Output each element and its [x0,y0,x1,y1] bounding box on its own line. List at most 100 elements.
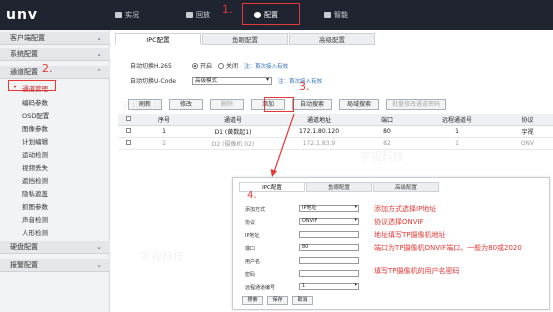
sidebar-item-tamper[interactable]: 遮挡检测 [22,175,48,185]
row-checkbox-cell[interactable] [118,137,138,150]
ip-address-note: 地址填写TP摄像机地址 [374,231,446,239]
table-cell: 2 [138,137,190,150]
watermark-text: 宇视科技 [360,150,404,163]
sidebar-section-label: 系统配置 [10,50,38,58]
row-checkbox[interactable] [125,139,131,145]
protocol-label: 协议 [245,220,256,226]
table-header: 通道地址 [276,114,362,126]
sidebar-section-label: 硬盘配置 [10,243,38,251]
table-cell: 宇视 [502,125,553,138]
dialog-tabs: IPC配置 鱼眼配置 高级配置 [239,182,440,192]
table-header: 协议 [502,114,553,126]
h265-note-link[interactable]: 首次接入有效 [255,64,288,70]
batch-password-button[interactable]: 批量修改通道密码 [386,99,446,110]
delete-button[interactable]: 删除 [210,99,244,110]
person-icon [324,12,331,18]
step-3-label: 3. [299,80,310,93]
password-label: 密码 [245,272,256,278]
dialog-tab-fisheye[interactable]: 鱼眼配置 [306,182,372,192]
chevron-down-icon: ⌄ [96,34,102,42]
sidebar-section-label: 客户端配置 [10,34,45,42]
sidebar-item-osd[interactable]: OSD配置 [22,110,49,120]
h265-off-label: 关闭 [226,63,239,70]
sidebar-item-snapshot[interactable]: 抓图参数 [22,201,48,211]
tab-ipc-config[interactable]: IPC配置 [115,33,201,45]
password-input[interactable] [299,270,359,277]
sidebar-item-schedule[interactable]: 计划编辑 [22,136,48,146]
h265-on-radio[interactable] [192,62,198,69]
ip-address-input[interactable] [299,231,359,238]
sidebar-item-bullet: • [13,83,17,91]
brand-logo: unv [6,7,39,23]
tab-fisheye-config[interactable]: 鱼眼配置 [202,33,288,45]
auto-search-button[interactable]: 自动搜索 [292,99,332,110]
step-1-label: 1. [222,3,233,16]
username-label: 用户名 [245,259,261,265]
sidebar-item-motion[interactable]: 运动检测 [22,149,48,159]
dialog-tab-advanced[interactable]: 高级配置 [373,182,439,192]
nav-smart[interactable]: 智能 [324,10,348,20]
nav-playback[interactable]: 回放 [186,10,210,20]
sidebar-item-channel-management[interactable]: 通道管理 [22,83,48,93]
h265-off-radio[interactable] [218,62,225,69]
sidebar-item-human[interactable]: 人形检测 [22,227,48,237]
table-header: 端口 [362,114,412,126]
sidebar-section-system[interactable]: 系统配置 ⌄ [0,48,110,61]
nav-smart-label: 智能 [334,11,348,19]
add-method-select[interactable]: IP地址 [299,205,359,212]
add-method-note: 添加方式选择IP地址 [374,205,437,213]
sidebar-section-channel[interactable]: 通道配置 ⌃ [0,66,110,79]
table-cell: ONV [502,137,553,150]
row-checkbox[interactable] [125,127,131,133]
ucode-row: 自动切换U-Code 高级模式 注：首次接入有效 [130,76,322,85]
chevron-up-icon: ⌃ [96,68,102,76]
chevron-down-icon: ⌄ [96,261,102,269]
step-2-label: 2. [42,62,53,75]
sidebar-section-label: 报警配置 [10,261,38,269]
add-method-label: 添加方式 [245,207,266,213]
cancel-button[interactable]: 取消 [292,296,313,305]
table-header-checkbox[interactable] [118,114,138,126]
sidebar-section-label: 通道配置 [10,68,38,76]
sidebar-item-audio[interactable]: 声音检测 [22,214,48,224]
sidebar-item-encode[interactable]: 编码参数 [22,97,48,107]
port-note: 端口为TP摄像机ONVIF端口，一般为80或2020 [374,244,522,252]
monitor-icon [115,12,122,18]
config-tabs: IPC配置 鱼眼配置 高级配置 [115,33,376,45]
port-label: 端口 [245,246,256,252]
table-row[interactable]: 1 D1 (黄数起1) 172.1.80.120 80 1 宇视 [118,125,553,138]
username-input[interactable] [299,257,359,264]
ucode-label: 自动切换U-Code [130,78,176,85]
table-cell: 80 [362,125,412,138]
sidebar-section-alarm[interactable]: 报警配置 ⌄ [0,259,110,272]
table-cell: 172.1.80.120 [276,125,362,138]
watermark-text: 宇视科技 [140,250,184,263]
sidebar-item-video-loss[interactable]: 视频丢失 [22,162,48,172]
table-row[interactable]: 2 D2 (摄像机 02) 172.1.83.9 82 1 ONV [118,137,553,150]
modify-button[interactable]: 修改 [169,99,203,110]
sidebar-item-image[interactable]: 图像参数 [22,123,48,133]
lan-search-button[interactable]: 局域搜索 [339,99,379,110]
sidebar-section-client[interactable]: 客户端配置 ⌄ [0,32,110,45]
table-header: 远程通道号 [412,114,502,126]
h265-on-label: 开启 [200,63,213,70]
search-button[interactable]: 搜索 [242,296,263,305]
row-checkbox-cell[interactable] [118,125,138,138]
sidebar-section-disk[interactable]: 硬盘配置 ⌄ [0,241,110,254]
port-input[interactable]: 80 [299,244,359,251]
sidebar-item-privacy[interactable]: 隐私遮盖 [22,188,48,198]
protocol-note: 协议选择ONVIF [374,218,424,226]
ucode-select[interactable]: 高级模式 [192,76,272,85]
table-cell: D1 (黄数起1) [190,125,276,138]
tab-advanced-config[interactable]: 高级配置 [289,33,375,45]
table-cell: D2 (摄像机 02) [190,137,276,150]
h265-label: 自动切换H.265 [130,63,172,70]
step-4-label: 4. [247,190,257,201]
remote-channel-select[interactable]: 1 [299,283,359,290]
select-all-checkbox[interactable] [125,115,131,121]
h265-note-prefix: 注： [244,63,256,70]
save-button[interactable]: 保存 [267,296,288,305]
protocol-select[interactable]: ONVIF [299,218,359,225]
remote-channel-label: 远程通道编号 [245,285,276,291]
nav-live[interactable]: 实况 [115,10,139,20]
